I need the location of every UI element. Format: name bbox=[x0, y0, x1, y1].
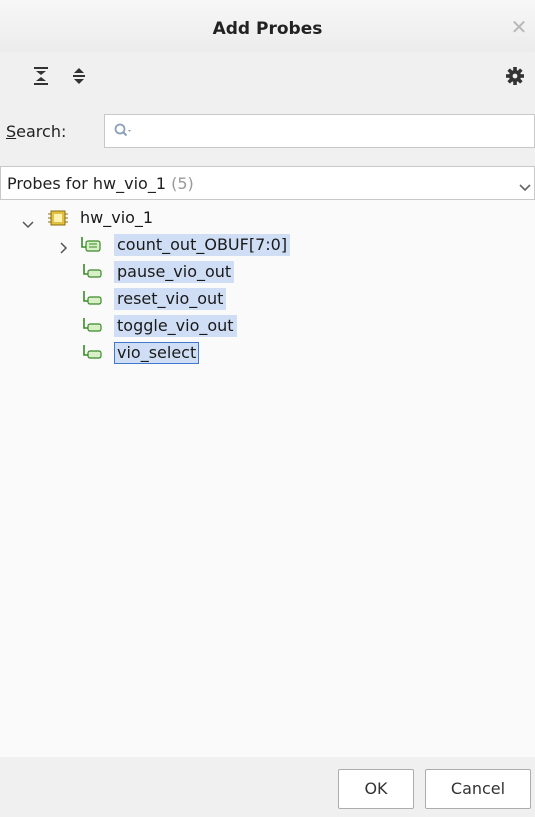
probe-source-value: Probes for hw_vio_1 (5) bbox=[7, 174, 194, 193]
tree-node-label: toggle_vio_out bbox=[114, 315, 237, 337]
tree-node-label: vio_select bbox=[114, 342, 200, 364]
search-row: Search: bbox=[0, 108, 535, 152]
toolbar bbox=[0, 58, 535, 94]
gear-icon[interactable] bbox=[502, 64, 528, 88]
net-probe-icon bbox=[82, 345, 104, 365]
dialog-title: Add Probes bbox=[212, 19, 323, 39]
cancel-button[interactable]: Cancel bbox=[425, 769, 531, 809]
search-icon[interactable] bbox=[113, 122, 135, 144]
search-input[interactable] bbox=[139, 119, 523, 145]
probe-tree: hw_vio_1 count_out_OBUF[7:0] pause_vio_o… bbox=[0, 200, 535, 757]
net-probe-icon bbox=[82, 264, 104, 284]
ok-button[interactable]: OK bbox=[338, 769, 414, 809]
search-label-mnemonic: S bbox=[6, 122, 17, 141]
vio-core-icon bbox=[48, 209, 68, 231]
tree-node-label: pause_vio_out bbox=[114, 261, 235, 283]
tree-node-root[interactable]: hw_vio_1 bbox=[0, 206, 535, 230]
tree-node-label: hw_vio_1 bbox=[80, 208, 154, 227]
chevron-down-icon[interactable] bbox=[518, 178, 532, 197]
probe-source-label: Probes for hw_vio_1 bbox=[7, 174, 166, 193]
tree-node-probe[interactable]: vio_select bbox=[0, 341, 535, 365]
tree-node-probe[interactable]: pause_vio_out bbox=[0, 260, 535, 284]
bus-probe-icon bbox=[80, 237, 102, 257]
tree-node-probe[interactable]: toggle_vio_out bbox=[0, 314, 535, 338]
probe-count: (5) bbox=[171, 174, 194, 193]
search-label-text: earch: bbox=[16, 122, 67, 141]
expand-all-icon[interactable] bbox=[66, 64, 92, 88]
search-label: Search: bbox=[6, 122, 66, 141]
tree-node-label: count_out_OBUF[7:0] bbox=[114, 234, 291, 256]
chevron-right-icon[interactable] bbox=[60, 239, 68, 258]
collapse-all-icon[interactable] bbox=[28, 64, 54, 88]
probe-source-dropdown[interactable]: Probes for hw_vio_1 (5) bbox=[0, 166, 535, 200]
net-probe-icon bbox=[82, 318, 104, 338]
dialog-titlebar: Add Probes ✕ bbox=[0, 0, 535, 52]
tree-node-label: reset_vio_out bbox=[114, 288, 227, 310]
net-probe-icon bbox=[82, 291, 104, 311]
chevron-down-icon[interactable] bbox=[22, 214, 34, 233]
tree-node-probe[interactable]: reset_vio_out bbox=[0, 287, 535, 311]
search-field[interactable] bbox=[104, 114, 535, 148]
tree-node-probe[interactable]: count_out_OBUF[7:0] bbox=[0, 233, 535, 257]
close-icon[interactable]: ✕ bbox=[507, 15, 531, 39]
